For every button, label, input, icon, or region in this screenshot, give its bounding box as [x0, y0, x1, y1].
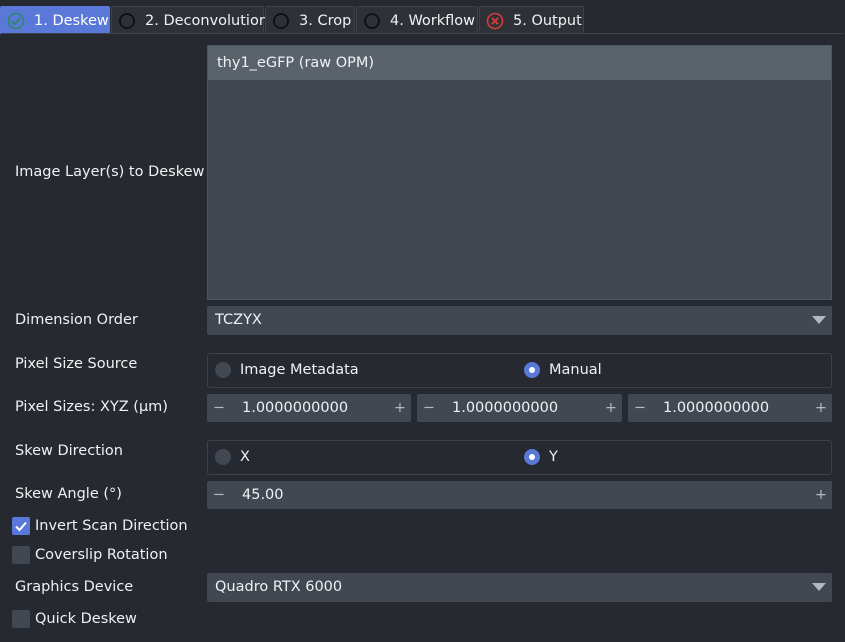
radio-label: Y	[549, 449, 558, 465]
pixel-size-z-value: 1.0000000000	[663, 400, 770, 416]
image-layers-list[interactable]: thy1_eGFP (raw OPM)	[207, 45, 832, 300]
check-icon	[7, 12, 25, 30]
tab-bar: 1. Deskew 2. Deconvolution 3. Crop 4. Wo…	[0, 6, 585, 34]
circle-icon	[272, 12, 290, 30]
plus-icon[interactable]: +	[604, 394, 618, 422]
error-icon	[486, 12, 504, 30]
radio-label: Manual	[549, 362, 602, 378]
circle-icon	[363, 12, 381, 30]
pixel-size-y-spinbox[interactable]: − 1.0000000000 +	[417, 394, 622, 422]
image-layers-label: Image Layer(s) to Deskew	[15, 164, 205, 180]
quick-deskew-checkbox[interactable]: Quick Deskew	[12, 610, 137, 628]
radio-y[interactable]: Y	[524, 449, 558, 465]
tab-label: 5. Output	[513, 12, 582, 29]
plus-icon[interactable]: +	[814, 394, 828, 422]
radio-on-icon	[524, 362, 540, 378]
graphics-device-label: Graphics Device	[15, 579, 134, 595]
radio-label: Image Metadata	[240, 362, 359, 378]
skew-angle-value: 45.00	[242, 487, 284, 503]
checkbox-label: Invert Scan Direction	[35, 518, 188, 534]
tab-output[interactable]: 5. Output	[479, 6, 584, 34]
checkbox-label: Coverslip Rotation	[35, 547, 168, 563]
circle-icon	[118, 12, 136, 30]
minus-icon[interactable]: −	[212, 481, 226, 509]
tab-crop[interactable]: 3. Crop	[265, 6, 355, 34]
dimension-order-value: TCZYX	[215, 312, 262, 328]
pixel-size-z-spinbox[interactable]: − 1.0000000000 +	[628, 394, 832, 422]
minus-icon[interactable]: −	[422, 394, 436, 422]
invert-scan-checkbox[interactable]: Invert Scan Direction	[12, 517, 188, 535]
checkmark-icon	[12, 517, 30, 535]
plus-icon[interactable]: +	[393, 394, 407, 422]
skew-direction-label: Skew Direction	[15, 443, 123, 459]
graphics-device-select[interactable]: Quadro RTX 6000	[207, 573, 832, 602]
tab-label: 1. Deskew	[34, 12, 109, 29]
skew-direction-group: X Y	[207, 440, 832, 475]
graphics-device-value: Quadro RTX 6000	[215, 579, 343, 595]
skew-angle-label: Skew Angle (°)	[15, 486, 122, 502]
skew-angle-spinbox[interactable]: − 45.00 +	[207, 481, 832, 509]
tab-label: 4. Workflow	[390, 12, 476, 29]
chevron-down-icon	[812, 316, 826, 324]
pixel-sizes-label: Pixel Sizes: XYZ (µm)	[15, 399, 168, 415]
radio-off-icon	[215, 449, 231, 465]
coverslip-rotation-checkbox[interactable]: Coverslip Rotation	[12, 546, 168, 564]
tab-deskew[interactable]: 1. Deskew	[0, 6, 110, 34]
radio-image-metadata[interactable]: Image Metadata	[215, 362, 359, 378]
pixel-size-source-group: Image Metadata Manual	[207, 353, 832, 388]
radio-x[interactable]: X	[215, 449, 250, 465]
checkbox-off-icon	[12, 610, 30, 628]
pixel-size-x-value: 1.0000000000	[242, 400, 349, 416]
radio-manual[interactable]: Manual	[524, 362, 602, 378]
pixel-size-x-spinbox[interactable]: − 1.0000000000 +	[207, 394, 411, 422]
pixel-size-y-value: 1.0000000000	[452, 400, 559, 416]
minus-icon[interactable]: −	[633, 394, 647, 422]
dimension-order-label: Dimension Order	[15, 312, 138, 328]
tab-label: 3. Crop	[299, 12, 352, 29]
radio-off-icon	[215, 362, 231, 378]
tab-workflow[interactable]: 4. Workflow	[356, 6, 478, 34]
chevron-down-icon	[812, 583, 826, 591]
checkbox-off-icon	[12, 546, 30, 564]
tab-deconvolution[interactable]: 2. Deconvolution	[111, 6, 268, 34]
plus-icon[interactable]: +	[814, 481, 828, 509]
radio-on-icon	[524, 449, 540, 465]
dimension-order-select[interactable]: TCZYX	[207, 306, 832, 335]
minus-icon[interactable]: −	[212, 394, 226, 422]
tab-label: 2. Deconvolution	[145, 12, 269, 29]
checkbox-label: Quick Deskew	[35, 611, 137, 627]
pixel-size-source-label: Pixel Size Source	[15, 356, 138, 372]
radio-label: X	[240, 449, 250, 465]
list-item[interactable]: thy1_eGFP (raw OPM)	[208, 46, 831, 80]
